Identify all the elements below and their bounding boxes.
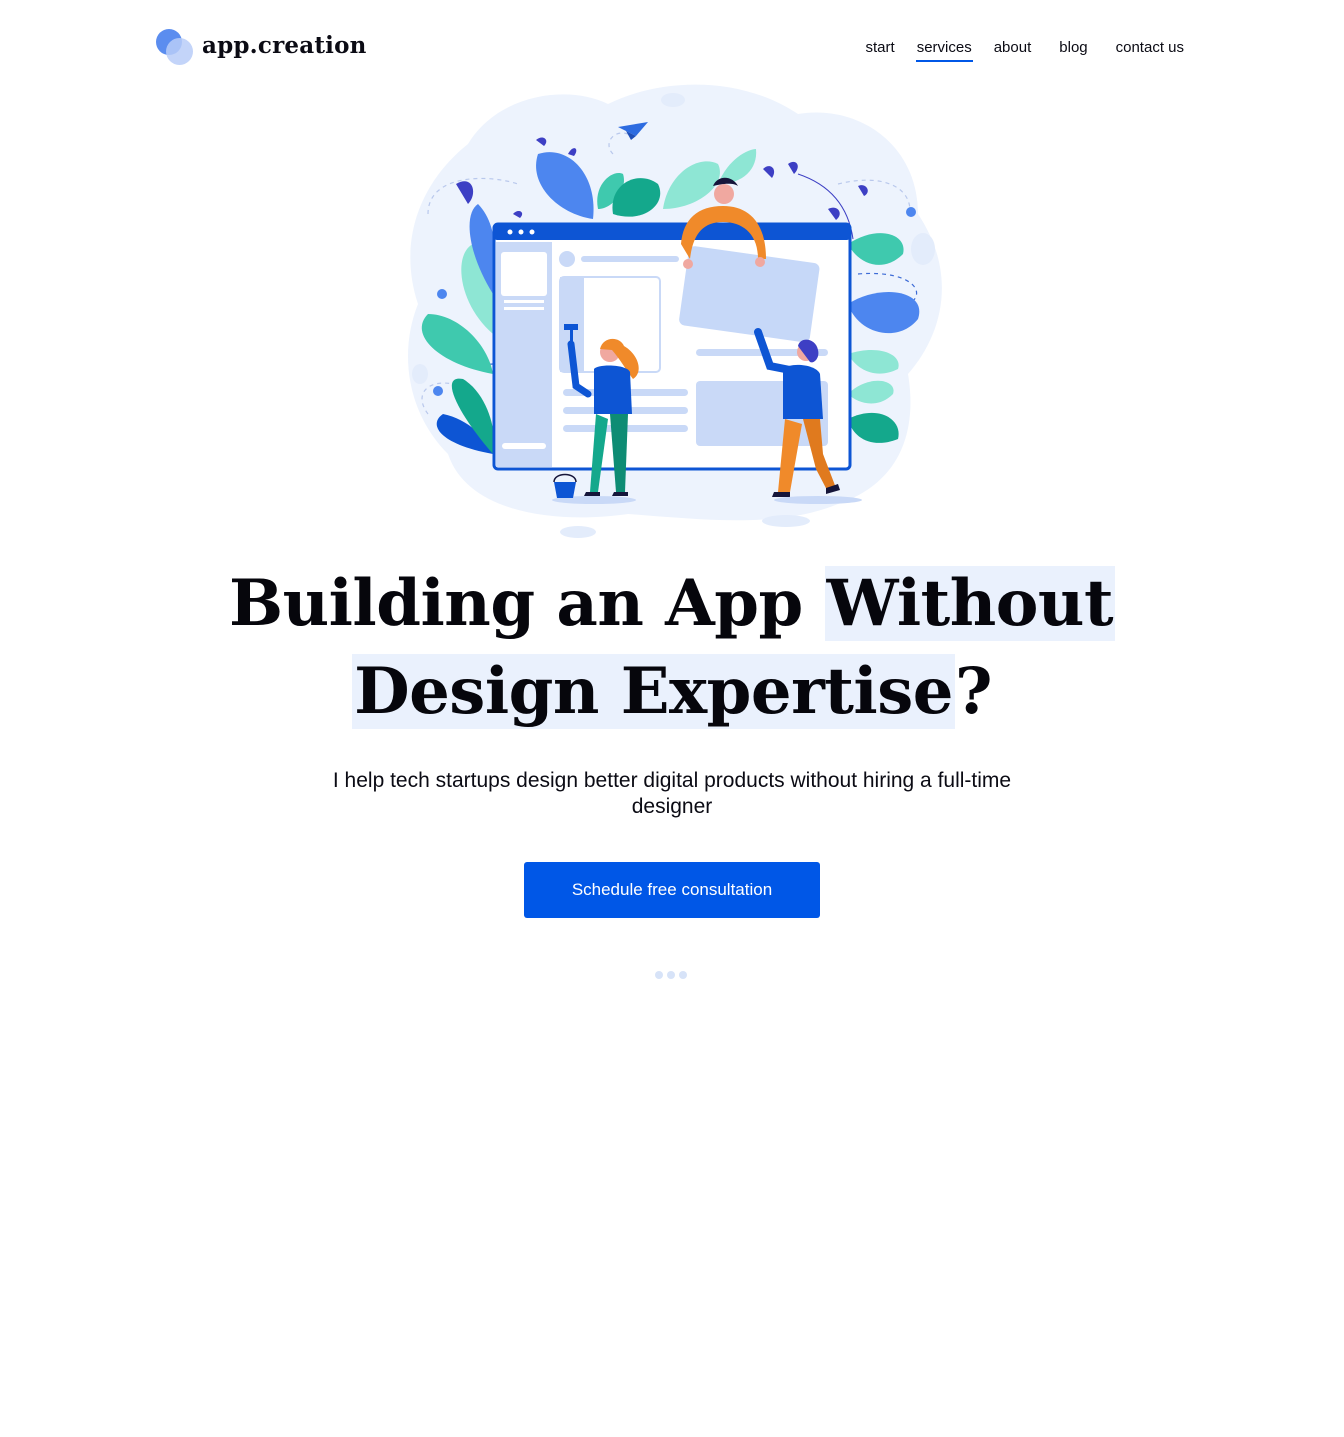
nav-item-blog[interactable]: blog: [1059, 39, 1087, 58]
hero-headline: Building an App Without Design Expertise?: [0, 560, 1344, 736]
headline-highlight-design-expertise: Design Expertise: [352, 654, 955, 729]
brand-name: app.creation: [202, 31, 367, 59]
headline-question-mark: ?: [954, 654, 993, 729]
schedule-consultation-button[interactable]: Schedule free consultation: [524, 862, 820, 918]
nav-item-start[interactable]: start: [866, 39, 895, 58]
hero-illustration: [398, 74, 946, 544]
headline-highlight-without: Without: [824, 566, 1116, 641]
main-nav: start services about blog contact us: [844, 39, 1184, 62]
headline-part1: Building an App: [228, 566, 825, 641]
hero-subline: I help tech startups design better digit…: [332, 769, 1012, 818]
nav-item-services[interactable]: services: [915, 39, 973, 62]
brand-logo-link[interactable]: app.creation: [156, 28, 367, 68]
brand-logo-icon: [156, 29, 194, 67]
more-dots-icon: [655, 971, 691, 979]
nav-item-about[interactable]: about: [994, 39, 1032, 58]
nav-item-contact-us[interactable]: contact us: [1116, 39, 1184, 58]
